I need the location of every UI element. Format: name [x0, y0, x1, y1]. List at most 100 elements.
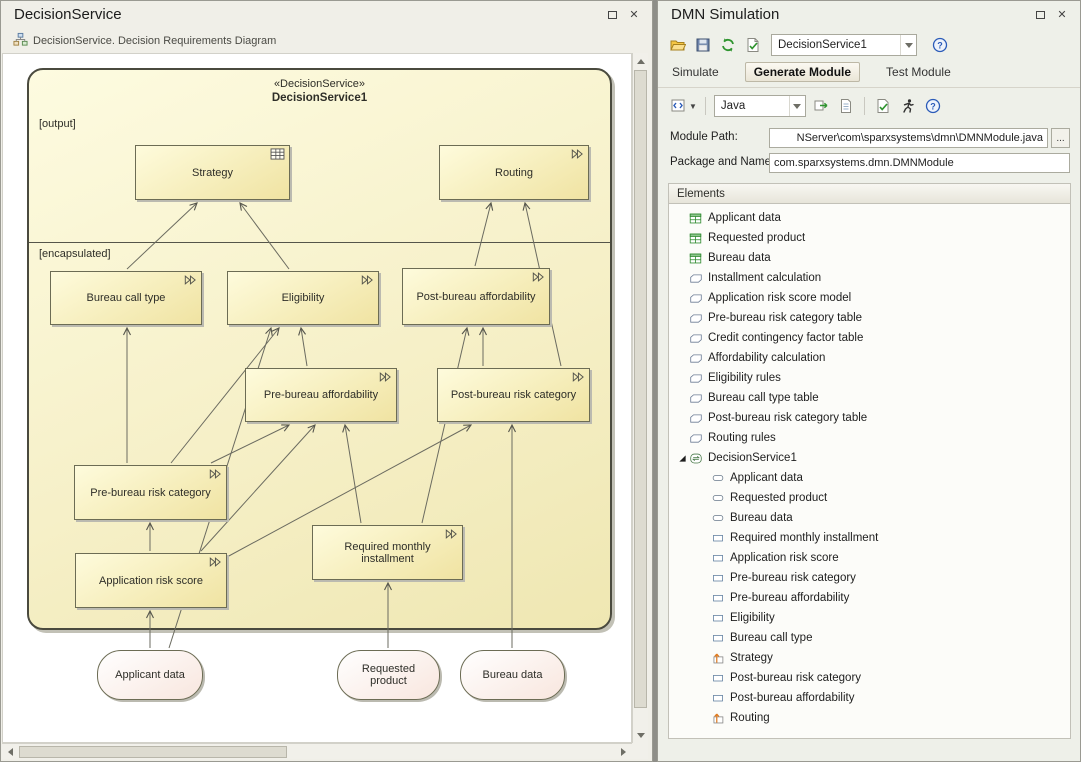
- tree-item[interactable]: Pre-bureau risk category table: [669, 308, 1070, 328]
- tree-item-label: DecisionService1: [708, 452, 797, 464]
- help-icon[interactable]: ?: [923, 96, 943, 116]
- browse-button[interactable]: ...: [1051, 128, 1070, 148]
- decision-node[interactable]: Required monthly installment: [312, 525, 463, 580]
- tree-item[interactable]: Post-bureau affordability: [669, 688, 1070, 708]
- decision-node-label: Routing: [495, 167, 533, 179]
- tree-item[interactable]: Bureau call type table: [669, 388, 1070, 408]
- input-data-node[interactable]: Bureau data: [460, 650, 565, 700]
- horizontal-scrollbar[interactable]: [2, 743, 632, 759]
- vertical-scrollbar[interactable]: [632, 53, 648, 743]
- bkm-icon: [689, 352, 708, 365]
- decision-node[interactable]: Post-bureau risk category: [437, 368, 590, 422]
- decision-node[interactable]: Pre-bureau risk category: [74, 465, 227, 520]
- input-data-node[interactable]: Requested product: [337, 650, 440, 700]
- export-icon[interactable]: [811, 96, 831, 116]
- decision-node[interactable]: Eligibility: [227, 271, 379, 325]
- tree-item[interactable]: Bureau call type: [669, 628, 1070, 648]
- tree-item[interactable]: Credit contingency factor table: [669, 328, 1070, 348]
- open-folder-icon[interactable]: [668, 35, 688, 55]
- document-icon[interactable]: [836, 96, 856, 116]
- elements-tree: Applicant dataRequested productBureau da…: [669, 204, 1070, 738]
- tree-item[interactable]: Installment calculation: [669, 268, 1070, 288]
- tree-item[interactable]: Pre-bureau affordability: [669, 588, 1070, 608]
- decision-rect-icon: [711, 572, 730, 584]
- maximize-icon[interactable]: [1032, 8, 1048, 24]
- vertical-scroll-thumb[interactable]: [634, 70, 647, 708]
- dropdown-chevron-icon[interactable]: ▼: [689, 102, 697, 111]
- scroll-right-icon[interactable]: [615, 744, 631, 760]
- svg-text:?: ?: [930, 102, 936, 112]
- refresh-icon[interactable]: [718, 35, 738, 55]
- tree-item[interactable]: Affordability calculation: [669, 348, 1070, 368]
- tab-simulate[interactable]: Simulate: [670, 62, 721, 82]
- decision-service-combo[interactable]: DecisionService1: [771, 34, 917, 56]
- tree-item[interactable]: Application risk score: [669, 548, 1070, 568]
- chevron-down-icon[interactable]: [789, 96, 805, 116]
- bkm-icon: [689, 292, 708, 305]
- tree-item[interactable]: Pre-bureau risk category: [669, 568, 1070, 588]
- decision-node[interactable]: Routing: [439, 145, 589, 200]
- bkm-arrow-icon: [208, 468, 222, 483]
- tree-item[interactable]: Strategy: [669, 648, 1070, 668]
- diagram-canvas[interactable]: «DecisionService» DecisionService1 [outp…: [2, 53, 632, 743]
- tree-item-label: Requested product: [730, 492, 827, 504]
- output-decision-icon: [711, 712, 730, 725]
- diagram-type-icon: [13, 32, 28, 50]
- decision-node-label: Required monthly installment: [323, 541, 452, 565]
- tree-item[interactable]: Bureau data: [669, 248, 1070, 268]
- tree-item-label: Routing rules: [708, 432, 776, 444]
- decision-node[interactable]: Strategy: [135, 145, 290, 200]
- tree-item[interactable]: Post-bureau risk category: [669, 668, 1070, 688]
- tree-item[interactable]: Application risk score model: [669, 288, 1070, 308]
- decision-node[interactable]: Post-bureau affordability: [402, 268, 550, 325]
- tree-item[interactable]: Eligibility rules: [669, 368, 1070, 388]
- decision-node[interactable]: Pre-bureau affordability: [245, 368, 397, 422]
- input-data-node[interactable]: Applicant data: [97, 650, 203, 700]
- tab-generate-module[interactable]: Generate Module: [745, 62, 860, 82]
- close-icon[interactable]: ✕: [626, 8, 642, 24]
- tree-item[interactable]: Requested product: [669, 228, 1070, 248]
- horizontal-scroll-thumb[interactable]: [19, 746, 287, 758]
- svg-text:?: ?: [937, 41, 943, 51]
- tree-item-label: Applicant data: [730, 472, 803, 484]
- language-combo[interactable]: Java: [714, 95, 806, 117]
- package-name-input[interactable]: com.sparxsystems.dmn.DMNModule: [769, 153, 1070, 173]
- generate-code-icon[interactable]: [668, 96, 688, 116]
- validate-script-icon[interactable]: [743, 35, 763, 55]
- tree-item-label: Post-bureau risk category table: [708, 412, 867, 424]
- tab-test-module[interactable]: Test Module: [884, 62, 953, 82]
- tree-item[interactable]: Eligibility: [669, 608, 1070, 628]
- expander-icon[interactable]: [675, 454, 689, 463]
- module-path-input[interactable]: NServer\com\sparxsystems\dmn\DMNModule.j…: [769, 128, 1048, 148]
- tree-item[interactable]: DecisionService1: [669, 448, 1070, 468]
- decision-rect-icon: [711, 552, 730, 564]
- tree-item[interactable]: Routing rules: [669, 428, 1070, 448]
- chevron-down-icon[interactable]: [900, 35, 916, 55]
- help-icon[interactable]: ?: [930, 35, 950, 55]
- bkm-arrow-icon: [531, 271, 545, 286]
- tree-item[interactable]: Required monthly installment: [669, 528, 1070, 548]
- check-document-icon[interactable]: [873, 96, 893, 116]
- run-icon[interactable]: [898, 96, 918, 116]
- scroll-down-icon[interactable]: [633, 727, 649, 743]
- dmn-simulation-panel: DMN Simulation ✕ DecisionService1 ? Simu…: [657, 0, 1081, 762]
- simulation-toolbar: DecisionService1 ?: [668, 33, 950, 57]
- tree-item[interactable]: Requested product: [669, 488, 1070, 508]
- decision-node[interactable]: Bureau call type: [50, 271, 202, 325]
- bkm-icon: [689, 312, 708, 325]
- scroll-up-icon[interactable]: [633, 53, 649, 69]
- scrollbar-corner: [632, 743, 648, 759]
- tree-item[interactable]: Applicant data: [669, 468, 1070, 488]
- bkm-icon: [689, 272, 708, 285]
- elements-header: Elements: [669, 184, 1070, 204]
- save-icon[interactable]: [693, 35, 713, 55]
- decision-node[interactable]: Application risk score: [75, 553, 227, 608]
- maximize-icon[interactable]: [604, 8, 620, 24]
- tree-item[interactable]: Applicant data: [669, 208, 1070, 228]
- scroll-left-icon[interactable]: [2, 744, 18, 760]
- tree-item[interactable]: Post-bureau risk category table: [669, 408, 1070, 428]
- tree-item[interactable]: Routing: [669, 708, 1070, 728]
- tree-item[interactable]: Bureau data: [669, 508, 1070, 528]
- language-combo-value: Java: [721, 100, 745, 112]
- close-icon[interactable]: ✕: [1054, 8, 1070, 24]
